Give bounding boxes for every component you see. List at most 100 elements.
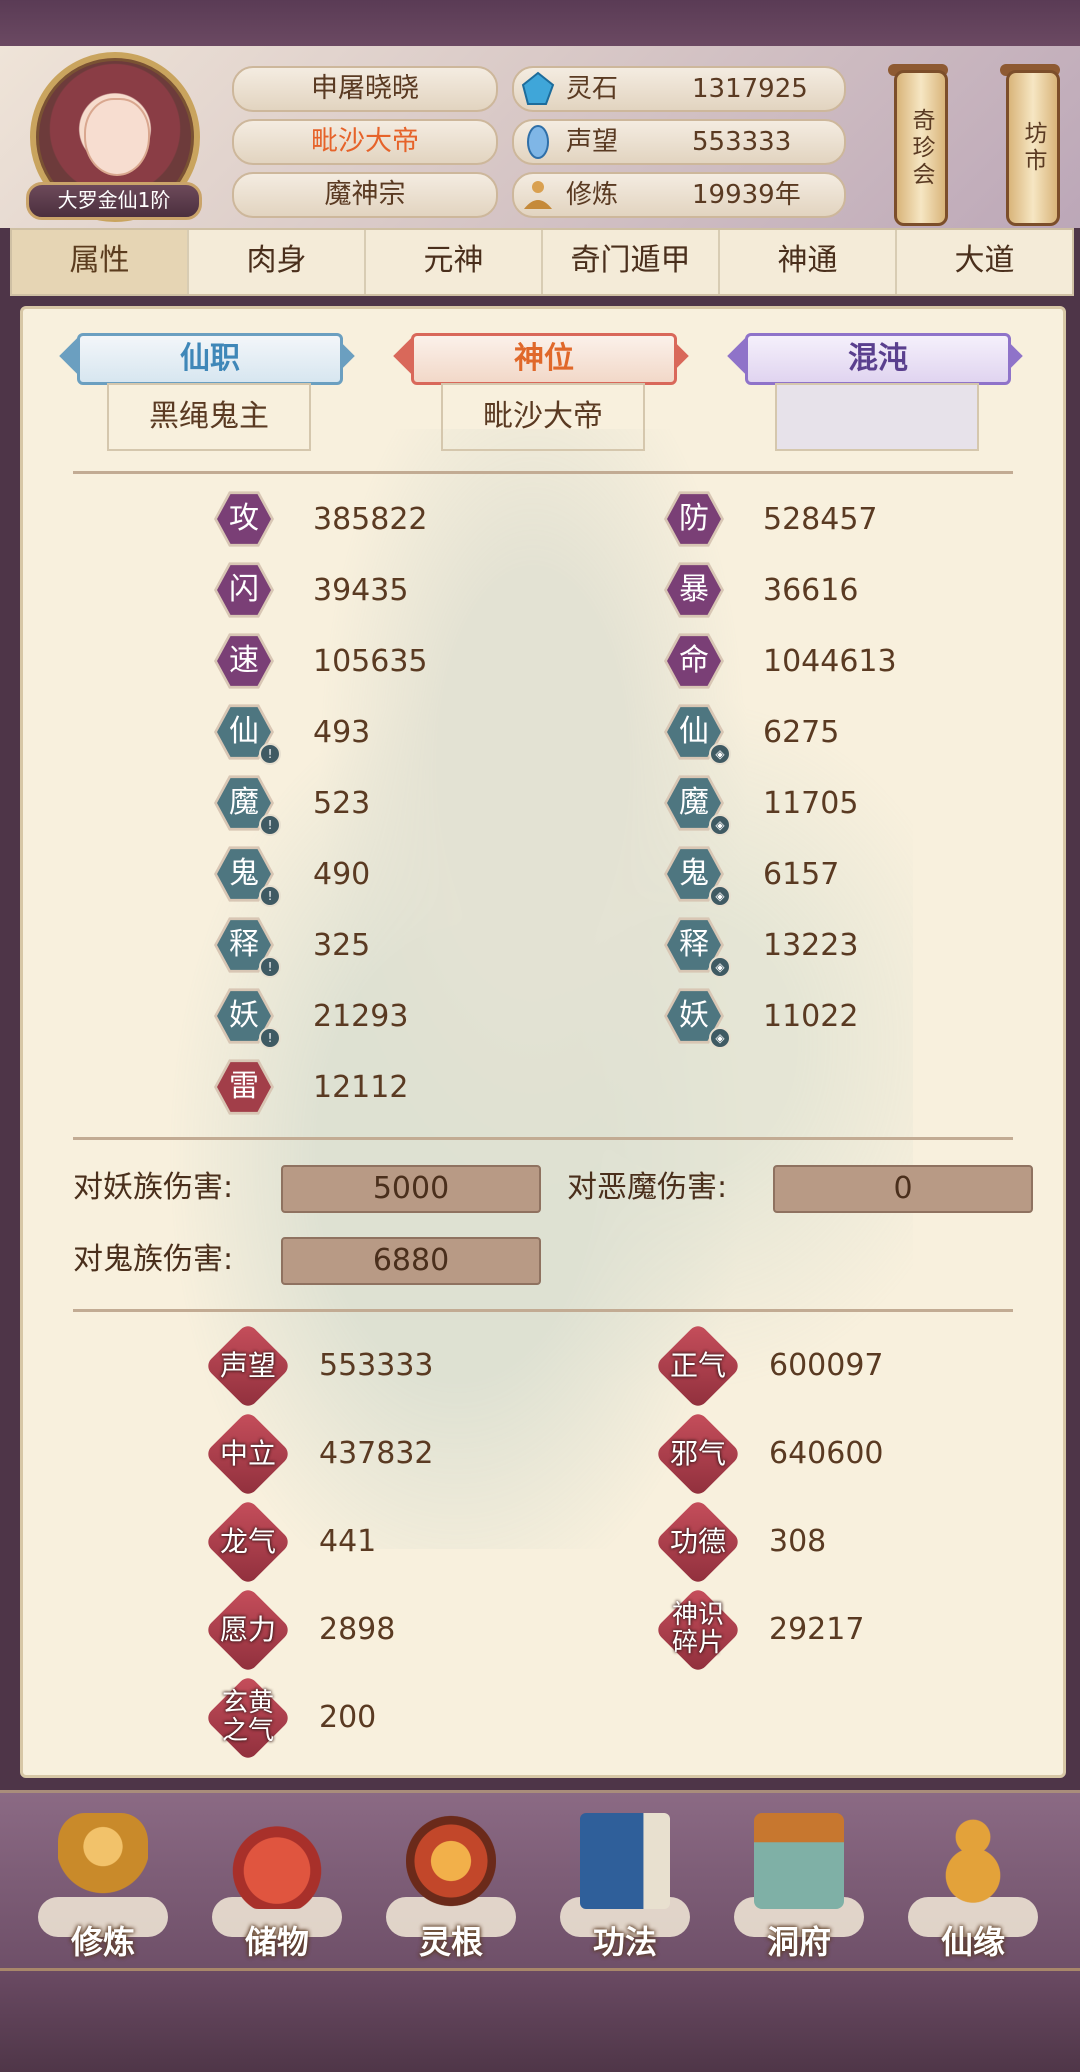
stat-value: 11022: [763, 999, 859, 1034]
rep-value: 308: [769, 1524, 827, 1559]
resource-value: 1317925: [692, 74, 808, 104]
stat-value: 493: [313, 715, 371, 750]
rep-value: 553333: [319, 1348, 434, 1383]
ribbon-label: 混沌: [745, 333, 1011, 385]
rep-value: 437832: [319, 1436, 434, 1471]
tab-attributes[interactable]: 属性: [12, 230, 189, 294]
monk-icon: [58, 1813, 148, 1909]
tab-spirit[interactable]: 元神: [366, 230, 543, 294]
ribbon-label: 神位: [411, 333, 677, 385]
player-header: 大罗金仙1阶 申屠晓晓 毗沙大帝 魔神宗 灵石 1317925 声望 55333…: [0, 46, 1080, 228]
nav-label: 功法: [592, 1923, 657, 1961]
damage-label-gui: 对鬼族伤害:: [73, 1242, 234, 1277]
nav-label: 修炼: [70, 1923, 135, 1961]
shield-mark-icon: ◈: [709, 885, 731, 907]
player-sect: 魔神宗: [232, 172, 498, 218]
nav-fate[interactable]: 仙缘: [898, 1799, 1048, 1965]
rep-label: 神识碎片: [671, 1600, 724, 1658]
stat-value: 325: [313, 928, 371, 963]
prestige-icon: [527, 125, 549, 159]
stat-value: 13223: [763, 928, 859, 963]
nav-spirit-root[interactable]: 灵根: [376, 1799, 526, 1965]
damage-label-yao: 对妖族伤害:: [73, 1170, 234, 1205]
shield-mark-icon: ◈: [709, 743, 731, 765]
stat-value: 11705: [763, 786, 859, 821]
shenwei-value: 毗沙大帝: [441, 383, 645, 451]
stat-value: 12112: [313, 1070, 409, 1105]
gourd-icon: [928, 1813, 1018, 1909]
nav-label: 灵根: [418, 1923, 483, 1961]
shield-mark-icon: ◈: [709, 1027, 731, 1049]
stat-value: 6275: [763, 715, 840, 750]
rank-badge: 大罗金仙1阶: [26, 182, 202, 220]
ribbon-xianzhi[interactable]: 仙职: [57, 333, 357, 385]
rep-label: 中立: [219, 1437, 276, 1470]
damage-value-emo: 0: [773, 1165, 1033, 1213]
rep-label: 功德: [669, 1525, 726, 1558]
xianzhi-value: 黑绳鬼主: [107, 383, 311, 451]
damage-value-gui: 6880: [281, 1237, 541, 1285]
damage-value-yao: 5000: [281, 1165, 541, 1213]
ribbon-hundun[interactable]: 混沌: [725, 333, 1025, 385]
bag-icon: [232, 1813, 322, 1909]
damage-label-emo: 对恶魔伤害:: [567, 1170, 728, 1205]
avatar-face: [84, 98, 150, 176]
attack-mark-icon: !: [259, 956, 281, 978]
attack-mark-icon: !: [259, 885, 281, 907]
resource-cultivation: 修炼 19939年: [512, 172, 846, 218]
tab-body[interactable]: 肉身: [189, 230, 366, 294]
nav-technique[interactable]: 功法: [550, 1799, 700, 1965]
resource-prestige: 声望 553333: [512, 119, 846, 165]
stat-value: 528457: [763, 502, 878, 537]
nav-label: 仙缘: [940, 1923, 1005, 1961]
stat-value: 36616: [763, 573, 859, 608]
player-name: 申屠晓晓: [232, 66, 498, 112]
resource-spirit-stone: 灵石 1317925: [512, 66, 846, 112]
pavilion-icon: [754, 1813, 844, 1909]
market-button[interactable]: 坊市: [1006, 70, 1060, 226]
shield-mark-icon: ◈: [709, 956, 731, 978]
spirit-root-icon: [406, 1813, 496, 1909]
rep-value: 441: [319, 1524, 377, 1559]
top-frame: [0, 0, 1080, 49]
stat-value: 105635: [313, 644, 428, 679]
shield-mark-icon: ◈: [709, 814, 731, 836]
rep-label: 玄黄之气: [221, 1688, 274, 1746]
tab-powers[interactable]: 神通: [720, 230, 897, 294]
nav-cave[interactable]: 洞府: [724, 1799, 874, 1965]
nav-label: 洞府: [766, 1923, 831, 1961]
rep-label: 声望: [219, 1349, 276, 1382]
rep-label: 龙气: [219, 1525, 276, 1558]
rep-value: 600097: [769, 1348, 884, 1383]
tab-qimen[interactable]: 奇门遁甲: [543, 230, 720, 294]
resource-label: 修炼: [566, 180, 619, 210]
tab-bar: 属性 肉身 元神 奇门遁甲 神通 大道: [10, 228, 1074, 296]
treasure-fair-button[interactable]: 奇珍会: [894, 70, 948, 226]
tab-dao[interactable]: 大道: [897, 230, 1072, 294]
stat-value: 1044613: [763, 644, 897, 679]
stat-value: 6157: [763, 857, 840, 892]
ribbon-label: 仙职: [77, 333, 343, 385]
resource-label: 声望: [566, 127, 619, 157]
ribbon-shenwei[interactable]: 神位: [391, 333, 691, 385]
divider: [73, 471, 1013, 474]
attack-mark-icon: !: [259, 814, 281, 836]
resource-value: 553333: [692, 127, 792, 157]
stat-value: 523: [313, 786, 371, 821]
stat-value: 490: [313, 857, 371, 892]
stat-value: 21293: [313, 999, 409, 1034]
stat-value: 385822: [313, 502, 428, 537]
attack-mark-icon: !: [259, 1027, 281, 1049]
hundun-value: [775, 383, 979, 451]
rep-label: 正气: [669, 1349, 726, 1382]
attack-mark-icon: !: [259, 743, 281, 765]
book-icon: [580, 1813, 670, 1909]
resource-label: 灵石: [566, 74, 619, 104]
spirit-stone-icon: [521, 71, 555, 105]
rep-value: 29217: [769, 1612, 865, 1647]
player-title: 毗沙大帝: [232, 119, 498, 165]
rep-label: 邪气: [669, 1437, 726, 1470]
nav-storage[interactable]: 储物: [202, 1799, 352, 1965]
nav-cultivate[interactable]: 修炼: [28, 1799, 178, 1965]
nav-label: 储物: [244, 1923, 309, 1961]
